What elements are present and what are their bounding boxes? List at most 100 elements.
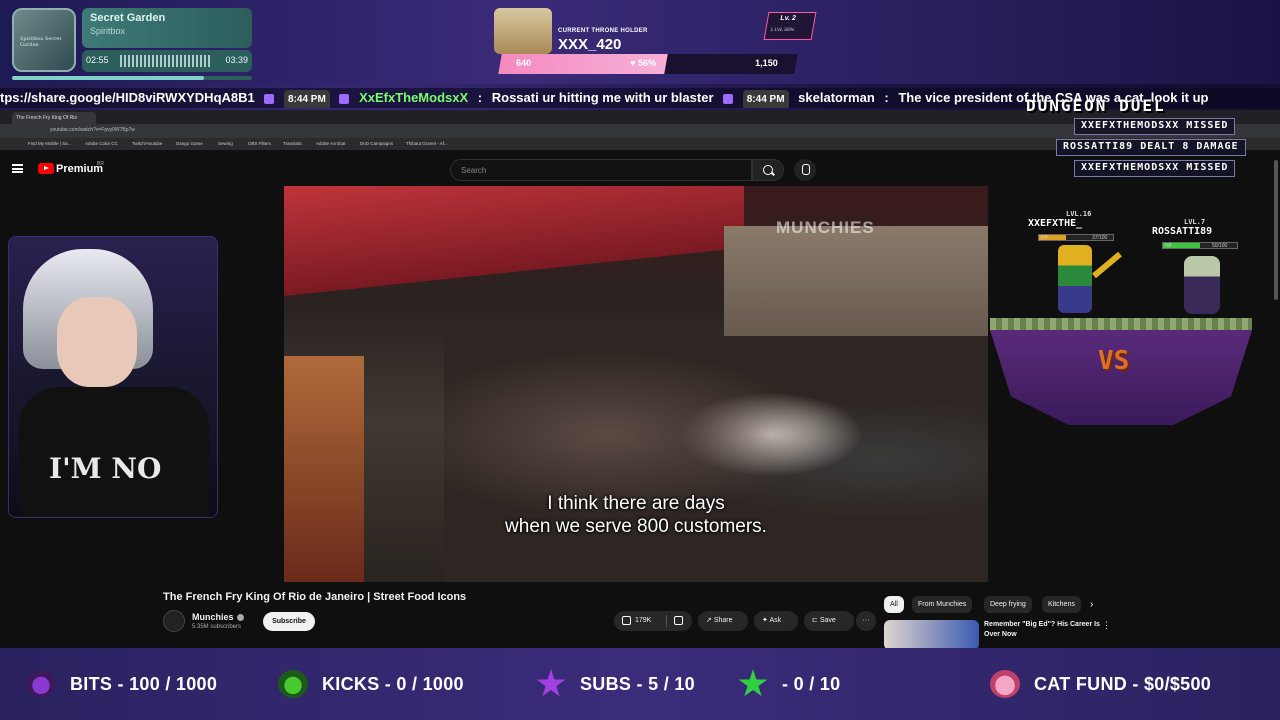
url-text[interactable]: youtube.com/watch?v=Fpvy0W7Bp?w — [50, 127, 135, 133]
page-scrollbar[interactable] — [1274, 160, 1278, 300]
throne-progress-bar: 640 ♥ 56% 1,150 — [498, 54, 798, 74]
song-info: Secret Garden Spiritbox — [82, 8, 252, 48]
bookmark-item[interactable]: Adobe Color CC — [85, 141, 118, 146]
throne-level-badge: Lv. 2 1 LVL 56% — [763, 12, 817, 40]
hamburger-menu-icon[interactable] — [12, 164, 23, 173]
subs-goal: SUBS - 5 / 10 — [536, 648, 695, 720]
verified-icon — [236, 614, 244, 622]
webcam-face — [57, 297, 137, 387]
waveform-icon — [120, 55, 210, 67]
search-button[interactable] — [752, 159, 784, 181]
duel-log-entry: XXEFXTHEMODSXX MISSED — [1074, 160, 1236, 177]
channel-name[interactable]: Munchies — [192, 612, 244, 622]
fighter-1-level: LVL.16 — [1066, 210, 1092, 218]
fighter-2-sprite — [1184, 256, 1220, 314]
chip-kitchens[interactable]: Kitchens — [1042, 596, 1081, 613]
ticker-user-1: XxEfxTheModsxX — [359, 90, 469, 105]
kicks-goal-text: KICKS - 0 / 1000 — [322, 673, 464, 694]
throne-label: CURRENT THRONE HOLDER — [558, 28, 648, 34]
purple-star-icon — [536, 669, 566, 697]
bookmark-item[interactable]: Translatic — [283, 141, 302, 146]
playback-bar: 02:55 03:39 — [82, 50, 252, 72]
bookmark-item[interactable]: Adobe Acrobat — [316, 141, 346, 146]
throne-holder-name: XXX_420 — [558, 36, 622, 53]
cat-fund-goal: CAT FUND - $0/$500 — [990, 648, 1211, 720]
share-label: Share — [713, 617, 733, 624]
bookmark-item[interactable]: OBS Filters — [248, 141, 271, 146]
bookmark-item[interactable]: DnD Campaigns — [360, 141, 393, 146]
fighter-2: LVL.7 ROSSATTI89 — [1152, 218, 1212, 237]
stars-goal: - 0 / 10 — [738, 648, 840, 720]
album-art-text: Spiritbox Secret Garden — [20, 36, 62, 48]
ticker-user-2: skelatorman — [798, 90, 875, 105]
throne-min-value: 640 — [516, 58, 532, 68]
chip-deep-frying[interactable]: Deep frying — [984, 596, 1032, 613]
video-player[interactable]: MUNCHIES I think there are days when we … — [284, 186, 988, 582]
dungeon-duel-title: DUNGEON DUEL — [1026, 96, 1166, 115]
webcam-shirt-text: I'M NO — [49, 452, 162, 485]
green-star-icon — [738, 669, 768, 697]
ask-label: Ask — [769, 617, 782, 624]
ticker-time-2: 8:44 PM — [742, 90, 789, 108]
ticker-separator-1: : — [477, 90, 483, 105]
share-button[interactable]: ↗ Share — [698, 611, 748, 631]
ask-button[interactable]: ✦ Ask — [754, 611, 798, 631]
video-title: The French Fry King Of Rio de Janeiro | … — [163, 591, 467, 603]
bookmark-item[interactable]: Thibaut Granet - Af... — [406, 141, 448, 146]
bookmark-item[interactable]: Sewing — [218, 141, 233, 146]
goals-bar: BITS - 100 / 1000 KICKS - 0 / 1000 SUBS … — [0, 648, 1280, 720]
recommended-thumbnail[interactable] — [884, 620, 979, 650]
bits-goal: BITS - 100 / 1000 — [26, 648, 217, 720]
video-sign — [284, 356, 364, 582]
browser-tab[interactable]: The French Fry King Of Rio — [12, 112, 96, 124]
like-button[interactable]: 179K — [614, 611, 692, 631]
throne-percent: ♥ 56% — [630, 58, 657, 68]
duel-log-entry: ROSSATTI89 DEALT 8 DAMAGE — [1056, 139, 1246, 156]
top-overlay-band: Spiritbox Secret Garden Secret Garden Sp… — [0, 0, 1280, 84]
throne-percent-value: 56% — [638, 58, 657, 68]
recommended-title[interactable]: Remember "Big Ed"? His Career Is Over No… — [984, 620, 1100, 640]
current-time: 02:55 — [86, 55, 109, 65]
now-playing-widget: Spiritbox Secret Garden Secret Garden Sp… — [12, 8, 252, 80]
bits-icon — [26, 670, 56, 698]
kicks-goal: KICKS - 0 / 1000 — [278, 648, 464, 720]
fighter-2-hp-label: HP — [1165, 243, 1172, 249]
chip-all[interactable]: All — [884, 596, 904, 613]
song-progress-fill — [12, 76, 204, 80]
album-art: Spiritbox Secret Garden — [12, 8, 76, 72]
video-watermark: MUNCHIES — [776, 218, 875, 237]
thumbs-up-icon — [622, 615, 631, 625]
fighter-2-name: ROSSATTI89 — [1152, 226, 1213, 237]
chip-from-munchies[interactable]: From Munchies — [912, 596, 973, 613]
fighter-1-hp-value: 37/100 — [1092, 235, 1108, 241]
more-actions-button[interactable]: ··· — [856, 611, 876, 631]
bookmark-item[interactable]: Dango Game — [176, 141, 203, 146]
channel-avatar[interactable] — [163, 610, 185, 632]
thumbs-down-icon[interactable] — [674, 616, 683, 625]
throne-avatar — [494, 8, 552, 54]
vs-label: VS — [1098, 346, 1130, 376]
more-vert-icon[interactable]: ⋮ — [1102, 620, 1111, 631]
subscribe-button[interactable]: Subscribe — [263, 612, 315, 631]
bookmark-item[interactable]: Find My Mobile | Sa... — [28, 141, 71, 146]
search-input[interactable]: Search — [450, 159, 752, 181]
bits-goal-text: BITS - 100 / 1000 — [70, 673, 218, 694]
microphone-icon[interactable] — [794, 159, 816, 181]
fighter-1-name: XXEFXTHE_ — [1028, 218, 1083, 229]
stars-goal-text: - 0 / 10 — [782, 673, 841, 694]
bookmark-item[interactable]: Twitch/Youtube — [132, 141, 162, 146]
ticker-link: tps://share.google/HID8viRWXYDHqA8B1 — [0, 90, 255, 105]
subscriber-count: 5.35M subscribers — [192, 624, 242, 630]
chevron-right-icon[interactable]: › — [1090, 599, 1093, 610]
ticker-message-1: Rossati ur hitting me with ur blaster — [491, 90, 714, 105]
ticker-time-1: 8:44 PM — [284, 90, 330, 108]
stream-overlay: Spiritbox Secret Garden Secret Garden Sp… — [0, 0, 1280, 720]
channel-name-text[interactable]: Munchies — [192, 612, 234, 622]
cat-fund-text: CAT FUND - $0/$500 — [1034, 673, 1212, 694]
throne-max-value: 1,150 — [755, 58, 779, 68]
kicks-icon — [278, 670, 308, 698]
save-button[interactable]: ⊏ Save — [804, 611, 854, 631]
subs-goal-text: SUBS - 5 / 10 — [580, 673, 695, 694]
throne-level: Lv. 2 — [779, 15, 797, 22]
youtube-logo-icon[interactable] — [38, 163, 54, 174]
